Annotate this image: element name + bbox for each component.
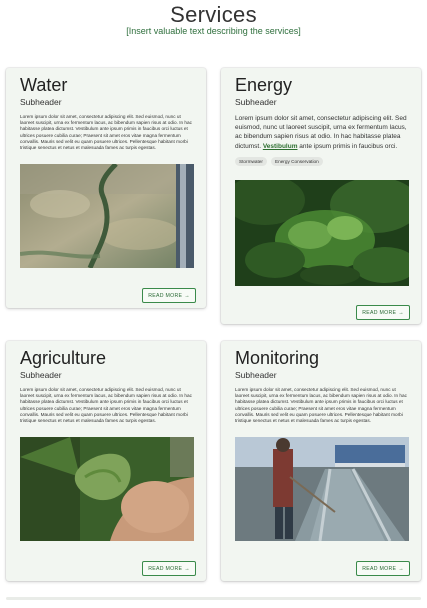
card-subheader: Subheader [235, 370, 277, 380]
card-title: Water [20, 75, 68, 95]
card-subheader: Subheader [20, 370, 62, 380]
page-header: Services [Insert valuable text describin… [0, 0, 427, 36]
read-more-button[interactable]: READ MORE → [356, 305, 410, 320]
button-label: READ MORE [148, 565, 183, 572]
arrow-right-icon: → [398, 565, 404, 572]
water-image [20, 164, 194, 268]
read-more-button[interactable]: READ MORE → [356, 561, 410, 576]
service-card-monitoring: Monitoring Subheader Lorem ipsum dolor s… [221, 341, 421, 581]
tag-chip[interactable]: Energy Conservation [270, 156, 323, 166]
card-title: Energy [235, 75, 293, 95]
card-body-text-end: ante ipsum primis in faucibus orci. [297, 142, 398, 150]
card-title: Monitoring [235, 348, 320, 368]
energy-image [235, 180, 409, 286]
service-card-agriculture: Agriculture Subheader Lorem ipsum dolor … [6, 341, 206, 581]
card-body: Lorem ipsum dolor sit amet, consectetur … [235, 387, 407, 424]
page-subtitle: [Insert valuable text describing the ser… [126, 26, 301, 36]
page-title: Services [170, 2, 257, 27]
card-title: Agriculture [20, 348, 107, 368]
tag-list: Stormwater Energy Conservation [235, 156, 407, 166]
page-bottom-edge [6, 597, 421, 600]
button-label: READ MORE [148, 292, 183, 299]
monitoring-image [235, 437, 409, 541]
card-body: Lorem ipsum dolor sit amet, consectetur … [20, 114, 192, 151]
card-subheader: Subheader [235, 97, 277, 107]
button-label: READ MORE [362, 309, 397, 316]
card-body: Lorem ipsum dolor sit amet, consectetur … [235, 114, 407, 151]
inline-link[interactable]: Vestibulum [263, 143, 298, 150]
read-more-button[interactable]: READ MORE → [142, 561, 196, 576]
card-body: Lorem ipsum dolor sit amet, consectetur … [20, 387, 192, 424]
tag-chip[interactable]: Stormwater [235, 156, 267, 166]
arrow-right-icon: → [398, 309, 404, 316]
card-subheader: Subheader [20, 97, 62, 107]
read-more-button[interactable]: READ MORE → [142, 288, 196, 303]
service-card-water: Water Subheader Lorem ipsum dolor sit am… [6, 68, 206, 308]
button-label: READ MORE [362, 565, 397, 572]
arrow-right-icon: → [184, 292, 190, 299]
agriculture-image [20, 437, 194, 541]
service-card-energy: Energy Subheader Lorem ipsum dolor sit a… [221, 68, 421, 324]
arrow-right-icon: → [184, 565, 190, 572]
